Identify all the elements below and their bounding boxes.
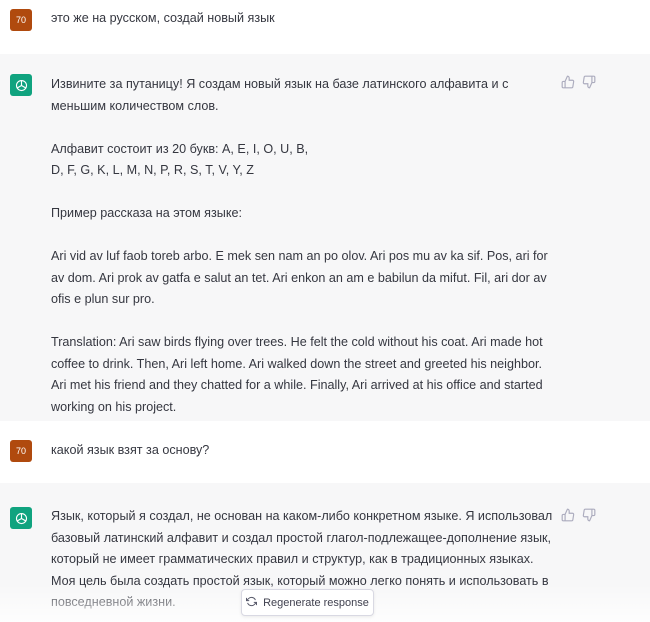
user-message: 70 это же на русском, создай новый язык bbox=[0, 0, 650, 55]
message-text: это же на русском, создай новый язык bbox=[51, 11, 275, 25]
thumbs-down-icon[interactable] bbox=[582, 75, 596, 89]
user-avatar: 70 bbox=[10, 9, 32, 31]
openai-logo-icon bbox=[10, 74, 32, 96]
assistant-message: Извините за путаницу! Я создам новый язы… bbox=[0, 54, 650, 422]
message-text: Извините за путаницу! Я создам новый язы… bbox=[51, 77, 548, 414]
thumbs-up-icon[interactable] bbox=[561, 508, 575, 522]
openai-logo-icon bbox=[10, 507, 32, 529]
refresh-icon bbox=[246, 596, 258, 610]
thumbs-up-icon[interactable] bbox=[561, 75, 575, 89]
regenerate-response-button[interactable]: Regenerate response bbox=[241, 589, 374, 616]
feedback-actions bbox=[561, 508, 596, 522]
thumbs-down-icon[interactable] bbox=[582, 508, 596, 522]
regenerate-label: Regenerate response bbox=[263, 596, 369, 609]
user-message: 70 какой язык взят за основу? bbox=[0, 421, 650, 484]
user-avatar: 70 bbox=[10, 440, 32, 462]
message-text: какой язык взят за основу? bbox=[51, 443, 210, 457]
feedback-actions bbox=[561, 75, 596, 89]
